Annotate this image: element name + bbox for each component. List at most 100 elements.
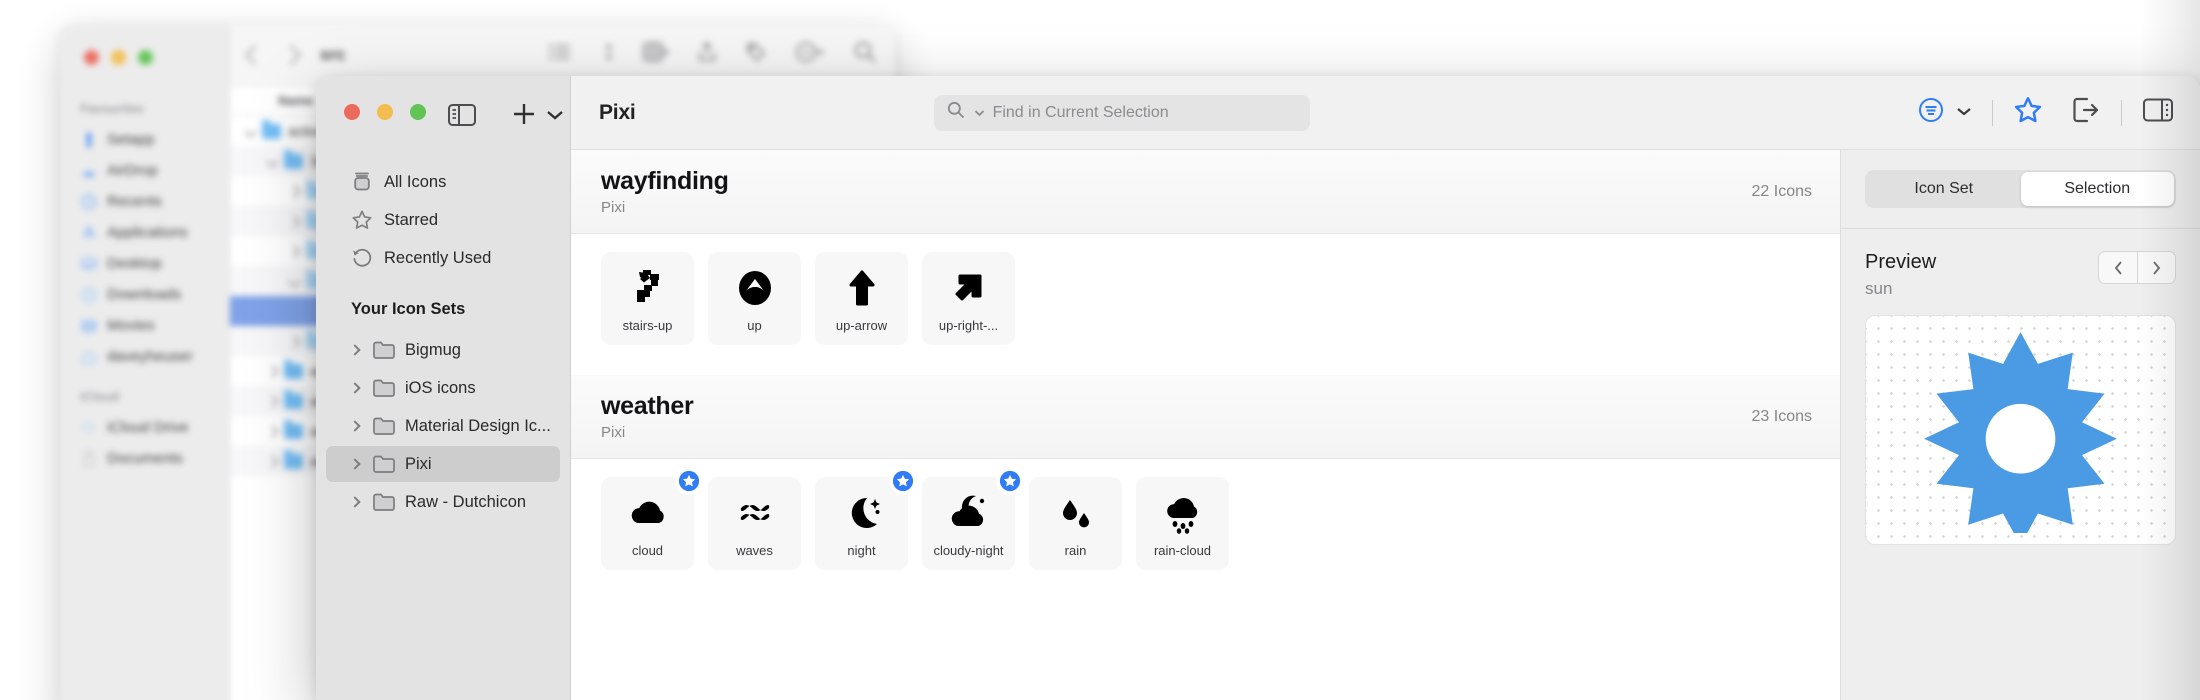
disclosure-triangle-icon[interactable] — [288, 184, 301, 198]
group-view-icon[interactable] — [643, 41, 670, 68]
back-icon[interactable] — [245, 44, 265, 65]
disclosure-triangle-icon[interactable] — [288, 274, 301, 288]
icon-app-window: All Icons Starred Recently Used Your Icon … — [316, 76, 2200, 700]
icon-tile[interactable]: night — [815, 469, 915, 570]
folder-icon — [284, 390, 303, 409]
sidebar-item-ios-icons[interactable]: iOS icons — [326, 370, 560, 406]
disclosure-triangle-icon[interactable] — [266, 364, 279, 378]
section-header[interactable]: weather Pixi 23 Icons — [571, 375, 1840, 459]
export-icon[interactable] — [2071, 96, 2101, 129]
chevron-right-icon[interactable] — [349, 496, 361, 508]
plus-icon[interactable] — [511, 101, 537, 132]
chevron-right-icon[interactable] — [349, 344, 361, 356]
finder-sidebar-item[interactable]: Documents — [60, 443, 229, 474]
list-view-icon[interactable] — [549, 42, 575, 67]
folder-icon — [372, 491, 395, 513]
icon-tile[interactable]: rain-cloud — [1136, 477, 1229, 570]
app-maximize-button[interactable] — [410, 104, 426, 120]
action-menu-icon[interactable] — [795, 41, 825, 68]
waves-icon — [731, 489, 779, 537]
app-close-button[interactable] — [344, 104, 360, 120]
chevron-down-icon[interactable] — [546, 108, 564, 126]
finder-nav-buttons[interactable] — [245, 44, 301, 65]
icon-tile[interactable]: up-arrow — [815, 252, 908, 345]
finder-minimize-button[interactable] — [111, 50, 126, 65]
sidebar-item-material-design-ic[interactable]: Material Design Ic... — [326, 408, 560, 444]
finder-toolbar-buttons[interactable] — [549, 40, 877, 69]
disclosure-triangle-icon[interactable] — [266, 424, 279, 438]
finder-sidebar-item[interactable]: Downloads — [60, 279, 229, 310]
add-button-group[interactable] — [511, 101, 564, 132]
finder-sidebar-item[interactable]: Setapp — [60, 124, 229, 155]
search-scope-chevron-icon[interactable] — [974, 104, 985, 122]
finder-maximize-button[interactable] — [138, 50, 153, 65]
disclosure-triangle-icon[interactable] — [288, 244, 301, 258]
icon-tile[interactable]: waves — [708, 477, 801, 570]
chevron-right-icon[interactable] — [349, 420, 361, 432]
app-minimize-button[interactable] — [377, 104, 393, 120]
disclosure-triangle-icon[interactable] — [244, 124, 257, 138]
inspector-tab-selection[interactable]: Selection — [2020, 172, 2174, 206]
filter-icon[interactable] — [1916, 95, 1946, 130]
sidebar-item-pixi[interactable]: Pixi — [326, 446, 560, 482]
inspector-toggle-icon[interactable] — [2142, 97, 2174, 128]
disclosure-triangle-icon[interactable] — [288, 214, 301, 228]
folder-icon — [372, 339, 395, 361]
finder-favourites-list: Setapp AirDrop Recents Applications Desktop D… — [60, 124, 229, 372]
up-circle-icon — [731, 264, 779, 312]
star-icon — [351, 209, 373, 231]
icon-tile[interactable]: rain — [1029, 477, 1122, 570]
search-icon[interactable] — [946, 100, 966, 125]
finder-sidebar-item[interactable]: AirDrop — [60, 155, 229, 186]
finder-sidebar-item-label: Setapp — [107, 131, 155, 148]
sidebar-item-bigmug[interactable]: Bigmug — [326, 332, 560, 368]
disclosure-triangle-icon[interactable] — [266, 394, 279, 408]
sort-stepper-icon[interactable] — [603, 42, 615, 67]
starred-badge-icon[interactable] — [891, 469, 915, 493]
share-icon[interactable] — [697, 41, 717, 68]
filter-menu-chevron-icon[interactable] — [1956, 104, 1972, 122]
icon-grid-area[interactable]: wayfinding Pixi 22 Icons stairs-up up up-arro… — [571, 150, 1840, 700]
tag-icon[interactable] — [745, 41, 767, 68]
app-traffic-lights[interactable] — [344, 104, 426, 120]
inspector-tab-icon-set[interactable]: Icon Set — [1867, 172, 2021, 206]
preview-nav[interactable] — [2098, 251, 2176, 284]
icon-tile[interactable]: cloud — [601, 469, 701, 570]
search-input[interactable]: Find in Current Selection — [933, 94, 1310, 131]
finder-traffic-lights[interactable] — [84, 50, 153, 65]
chevron-right-icon[interactable] — [349, 382, 361, 394]
finder-sidebar-item[interactable]: Desktop — [60, 248, 229, 279]
finder-sidebar-item[interactable]: daveyheuser — [60, 341, 229, 372]
chevron-right-icon[interactable] — [349, 458, 361, 470]
sidebar-item-label: Raw - Dutchicon — [405, 492, 527, 511]
sidebar-item-raw-dutchicon[interactable]: Raw - Dutchicon — [326, 484, 560, 520]
sidebar-item-all-icons[interactable]: All Icons — [326, 164, 560, 200]
icon-tile[interactable]: up-right-... — [922, 252, 1015, 345]
starred-badge-icon[interactable] — [677, 469, 701, 493]
disclosure-triangle-icon[interactable] — [288, 334, 301, 348]
icon-label: waves — [736, 543, 773, 558]
home-icon — [80, 348, 98, 366]
disclosure-triangle-icon[interactable] — [266, 154, 279, 168]
starred-badge-icon[interactable] — [998, 469, 1022, 493]
sidebar-item-recently-used[interactable]: Recently Used — [326, 240, 560, 276]
finder-sidebar-item[interactable]: Recents — [60, 186, 229, 217]
sidebar-toggle-icon[interactable] — [447, 102, 477, 133]
icon-tile[interactable]: up — [708, 252, 801, 345]
chevron-right-icon[interactable] — [2137, 252, 2175, 283]
section-header[interactable]: wayfinding Pixi 22 Icons — [571, 150, 1840, 234]
finder-sidebar-item[interactable]: Applications — [60, 217, 229, 248]
icon-tile[interactable]: stairs-up — [601, 252, 694, 345]
search-icon[interactable] — [853, 40, 877, 69]
sidebar-item-starred[interactable]: Starred — [326, 202, 560, 238]
chevron-left-icon[interactable] — [2099, 252, 2137, 283]
forward-icon[interactable] — [281, 44, 301, 65]
star-icon[interactable] — [2013, 95, 2043, 130]
finder-sidebar-item[interactable]: iCloud Drive — [60, 412, 229, 443]
finder-sidebar-item[interactable]: Movies — [60, 310, 229, 341]
finder-close-button[interactable] — [84, 50, 99, 65]
icon-tile[interactable]: cloudy-night — [922, 469, 1022, 570]
disclosure-triangle-icon[interactable] — [266, 454, 279, 468]
rain-cloud-icon — [1159, 489, 1207, 537]
inspector-tabs[interactable]: Icon Set Selection — [1865, 170, 2176, 208]
